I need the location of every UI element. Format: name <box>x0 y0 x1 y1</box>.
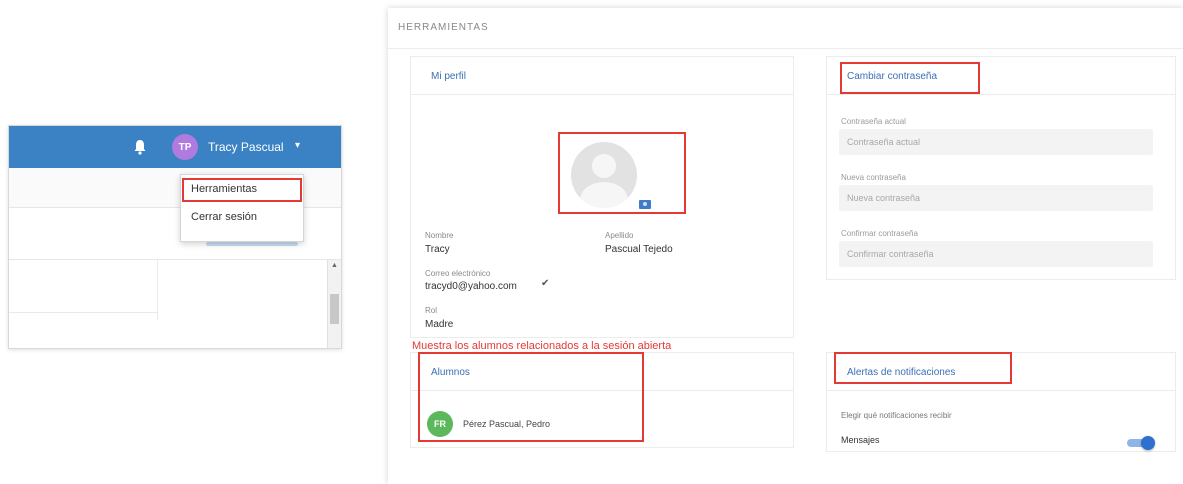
grid-divider-vertical <box>157 260 158 320</box>
email-value: tracyd0@yahoo.com <box>425 281 517 292</box>
user-avatar[interactable]: TP <box>172 134 198 160</box>
notification-toggle-knob[interactable] <box>1141 436 1155 450</box>
profile-card-title: Mi perfil <box>431 71 467 82</box>
scrollbar[interactable]: ▲ <box>327 260 341 348</box>
notifications-description: Elegir qué notificaciones recibir <box>841 411 952 420</box>
page-title: HERRAMIENTAS <box>398 22 489 33</box>
highlight-box-students <box>418 352 644 442</box>
annotation-text: Muestra los alumnos relacionados a la se… <box>412 340 672 352</box>
profile-card-header: Mi perfil <box>411 57 793 95</box>
title-divider <box>388 48 1183 49</box>
new-password-input[interactable]: Nueva contraseña <box>839 185 1153 211</box>
name-label: Nombre <box>425 231 454 240</box>
role-label: Rol <box>425 306 438 315</box>
bell-icon[interactable] <box>133 139 147 155</box>
chevron-down-icon[interactable]: ▾ <box>295 140 300 151</box>
name-value: Tracy <box>425 244 450 255</box>
current-password-label: Contraseña actual <box>841 117 906 126</box>
notification-option-label: Mensajes <box>841 435 880 445</box>
menu-item-logout[interactable]: Cerrar sesión <box>181 211 303 223</box>
confirm-password-label: Confirmar contraseña <box>841 229 918 238</box>
email-label: Correo electrónico <box>425 269 491 278</box>
user-name[interactable]: Tracy Pascual <box>208 140 284 154</box>
scroll-up-arrow-icon[interactable]: ▲ <box>331 262 338 269</box>
top-navigation-bar: TP Tracy Pascual ▾ <box>9 126 341 168</box>
tools-panel: HERRAMIENTAS Mi perfil Nombre Tracy Apel… <box>388 8 1183 484</box>
confirm-password-input[interactable]: Confirmar contraseña <box>839 241 1153 267</box>
highlight-box-password <box>840 62 980 94</box>
highlight-box-notifications <box>834 352 1012 384</box>
highlight-box-menu <box>182 178 302 202</box>
surname-value: Pascual Tejedo <box>605 244 673 255</box>
verified-check-icon: ✔ <box>541 278 550 289</box>
new-password-label: Nueva contraseña <box>841 173 906 182</box>
current-password-input[interactable]: Contraseña actual <box>839 129 1153 155</box>
active-indicator <box>206 242 298 246</box>
surname-label: Apellido <box>605 231 634 240</box>
header-crop: TP Tracy Pascual ▾ ▲ Herramientas Cerrar… <box>8 125 342 349</box>
scroll-thumb[interactable] <box>330 294 339 324</box>
role-value: Madre <box>425 319 454 330</box>
highlight-box-photo <box>558 132 686 214</box>
grid-divider-horizontal <box>9 312 157 313</box>
